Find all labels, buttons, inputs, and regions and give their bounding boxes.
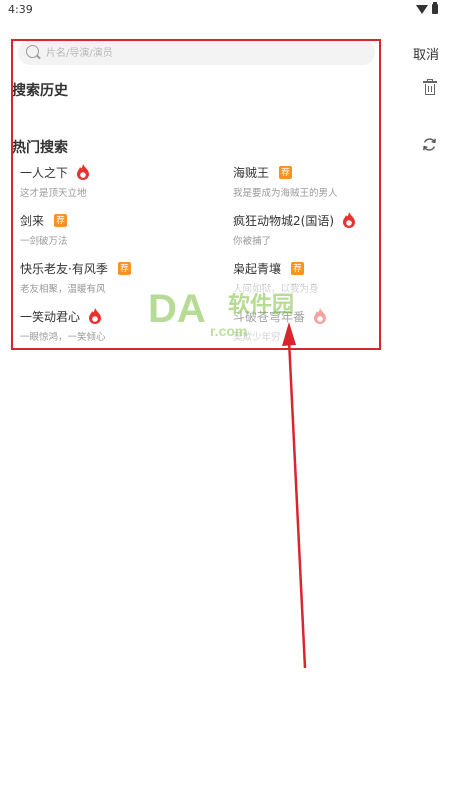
wifi-icon — [416, 4, 428, 14]
hot-item-title-row: 疯狂动物城2(国语) — [233, 210, 433, 230]
hot-item-title-row: 剑来荐 — [20, 210, 220, 230]
hot-search-item[interactable]: 一笑动君心一眼惊鸿，一笑倾心 — [20, 306, 220, 342]
flame-hot-icon — [77, 164, 90, 180]
hot-item-title-row: 一人之下 — [20, 162, 220, 182]
search-history-title: 搜索历史 — [12, 83, 68, 99]
annotation-arrow — [282, 322, 307, 669]
hot-search-item[interactable]: 一人之下这才是顶天立地 — [20, 162, 220, 199]
hot-item-desc: 莫欺少年穷 — [233, 332, 281, 342]
hot-search-item[interactable]: 海贼王荐我是要成为海贼王的男人 — [233, 162, 433, 199]
hot-item-title-row: 一笑动君心 — [20, 306, 220, 326]
hot-search-item[interactable]: 快乐老友·有风季荐老友相聚，温暖有风 — [20, 258, 220, 295]
hot-item-title-row: 快乐老友·有风季荐 — [20, 258, 220, 278]
flame-hot-icon — [314, 308, 327, 324]
status-bar: 4:39 — [0, 0, 450, 22]
flame-hot-icon — [343, 212, 355, 228]
hot-item-title-row: 枭起青壤荐 — [233, 258, 433, 278]
hot-item-desc: 老友相聚，温暖有风 — [20, 284, 106, 295]
hot-item-desc: 一眼惊鸿，一笑倾心 — [20, 332, 106, 342]
cancel-button[interactable]: 取消 — [413, 44, 439, 63]
hot-item-name: 疯狂动物城2(国语) — [233, 213, 334, 228]
search-icon — [26, 45, 39, 58]
hot-item-name: 剑来 — [20, 213, 45, 228]
trash-icon[interactable] — [423, 79, 437, 96]
hot-search-item[interactable]: 疯狂动物城2(国语) 你被捕了 — [233, 210, 433, 247]
hot-item-desc: 人间如狱，以我为身 — [233, 284, 319, 295]
hot-item-name: 枭起青壤 — [233, 261, 282, 276]
search-bar[interactable] — [18, 40, 375, 65]
recommend-badge: 荐 — [54, 213, 68, 227]
hot-search-list: 一人之下 这才是顶天立地 海贼王荐我是要成为海贼王的男人 剑来荐一剑破万法 疯狂动物城2… — [20, 162, 440, 342]
hot-item-name: 一人之下 — [20, 165, 69, 180]
recommend-badge: 荐 — [279, 165, 293, 179]
hot-item-desc: 这才是顶天立地 — [20, 188, 87, 199]
status-icons — [416, 2, 438, 14]
hot-item-name: 快乐老友·有风季 — [20, 261, 108, 276]
recommend-badge: 荐 — [291, 261, 305, 275]
hot-item-desc: 我是要成为海贼王的男人 — [233, 188, 338, 199]
flame-hot-icon — [89, 308, 102, 324]
hot-item-title-row: 海贼王荐 — [233, 162, 433, 182]
hot-item-title-row: 斗破苍穹年番 — [233, 306, 433, 326]
hot-item-name: 一笑动君心 — [20, 309, 81, 324]
hot-item-desc: 你被捕了 — [233, 236, 272, 247]
hot-item-desc: 一剑破万法 — [20, 236, 68, 247]
hot-search-title: 热门搜索 — [12, 140, 68, 156]
recommend-badge: 荐 — [117, 261, 131, 275]
hot-item-name: 斗破苍穹年番 — [233, 309, 306, 324]
hot-search-item[interactable]: 剑来荐一剑破万法 — [20, 210, 220, 247]
refresh-icon[interactable] — [421, 136, 438, 153]
battery-icon — [432, 2, 438, 14]
search-input[interactable] — [44, 43, 368, 64]
hot-item-name: 海贼王 — [233, 165, 270, 180]
hot-search-item[interactable]: 枭起青壤荐人间如狱，以我为身 — [233, 258, 433, 295]
hot-search-item[interactable]: 斗破苍穹年番莫欺少年穷 — [233, 306, 433, 342]
status-time: 4:39 — [8, 3, 33, 16]
